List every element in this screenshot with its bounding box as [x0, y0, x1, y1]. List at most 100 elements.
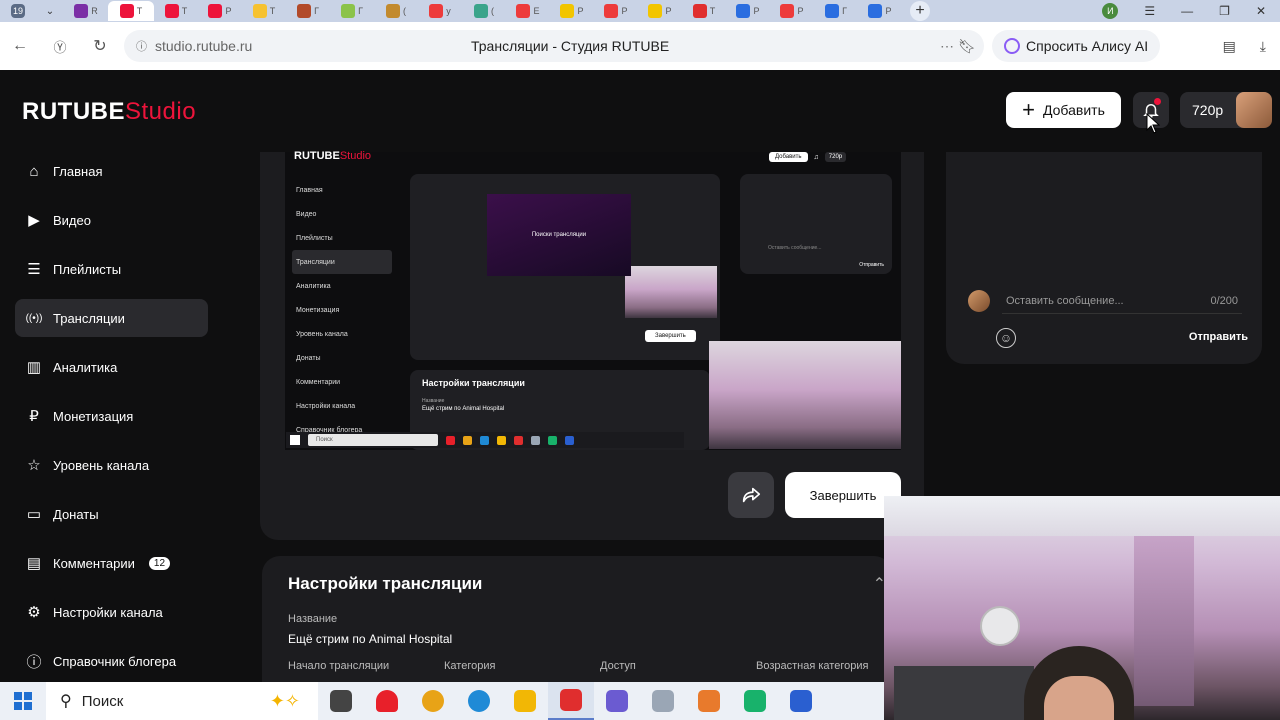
browser-tab[interactable]: Г: [814, 1, 858, 21]
taskbar-app-edge[interactable]: [456, 682, 502, 720]
downloads-icon[interactable]: ⤓: [1260, 38, 1266, 55]
preview-bell-icon: ♫: [813, 153, 819, 161]
browser-tab[interactable]: Г: [286, 1, 330, 21]
sidebar-item-8[interactable]: ▤ Комментарии 12: [15, 544, 208, 582]
sidebar-item-9[interactable]: ⚙ Настройки канала: [15, 593, 208, 631]
taskbar-app-chrome[interactable]: [410, 682, 456, 720]
taskbar-app-app-d[interactable]: [732, 682, 778, 720]
preview-sidebar-item: Монетизация: [296, 306, 340, 314]
name-value[interactable]: Ещё стрим по Animal Hospital: [288, 632, 452, 646]
browser-tab[interactable]: Р: [594, 1, 638, 21]
taskbar-app-yandex[interactable]: [548, 682, 594, 720]
browser-tab[interactable]: Г: [330, 1, 374, 21]
sidebar-icon: ((•)): [25, 312, 43, 324]
tab-favicon-icon: [474, 4, 488, 18]
taskbar-app-heart[interactable]: [364, 682, 410, 720]
browser-tab[interactable]: Е: [506, 1, 550, 21]
browser-tab[interactable]: (: [374, 1, 418, 21]
windows-taskbar: ⚲ Поиск ✦✧: [0, 682, 884, 720]
rutube-studio-logo[interactable]: RUTUBEStudio: [22, 98, 196, 126]
browser-tab[interactable]: Т: [242, 1, 286, 21]
taskbar-app-app-e[interactable]: [778, 682, 824, 720]
tab-title: Р: [797, 6, 804, 16]
quality-user-pill[interactable]: 720p: [1180, 92, 1272, 128]
add-button[interactable]: + Добавить: [1006, 92, 1121, 128]
taskbar-app-task-view[interactable]: [318, 682, 364, 720]
chrome-icon: [422, 690, 444, 712]
reader-icon[interactable]: ▤: [1223, 38, 1236, 55]
menu-icon[interactable]: ☰: [1144, 4, 1155, 18]
logo-studio: Studio: [125, 98, 197, 125]
sidebar-item-10[interactable]: ⓘ Справочник блогера: [15, 642, 208, 680]
ask-alice-button[interactable]: Спросить Алису AI: [992, 30, 1161, 62]
tab-counter[interactable]: 19: [0, 1, 36, 21]
sidebar-item-label: Аналитика: [53, 359, 118, 375]
tab-title: Р: [577, 6, 584, 16]
sidebar-item-0[interactable]: ⌂ Главная: [15, 152, 208, 190]
browser-tab[interactable]: Р: [726, 1, 770, 21]
emoji-icon[interactable]: ☺: [996, 328, 1016, 348]
preview-quality: 720p: [824, 152, 847, 162]
taskbar-app-app-a[interactable]: [594, 682, 640, 720]
share-button[interactable]: [728, 472, 774, 518]
browser-tab[interactable]: Р: [770, 1, 814, 21]
url-field[interactable]: ⓘ studio.rutube.ru Трансляции - Студия R…: [124, 30, 984, 62]
sidebar-item-2[interactable]: ☰ Плейлисты: [15, 250, 208, 288]
yandex-icon: [560, 689, 582, 711]
browser-tab[interactable]: Т: [108, 1, 154, 21]
sidebar-item-5[interactable]: ₽ Монетизация: [15, 397, 208, 435]
browser-tab[interactable]: Т: [154, 1, 198, 21]
taskbar-search[interactable]: ⚲ Поиск ✦✧: [46, 682, 318, 720]
back-icon[interactable]: ←: [0, 37, 40, 55]
start-button[interactable]: [0, 682, 46, 720]
tab-title: R: [91, 6, 98, 16]
chat-send-button[interactable]: Отправить: [1189, 331, 1248, 343]
preview-taskbar: Поиск: [286, 432, 684, 448]
sidebar-icon: ⌂: [29, 162, 39, 180]
tab-favicon-icon: [780, 4, 795, 18]
taskbar-app-app-c[interactable]: [686, 682, 732, 720]
preview-webcam: [709, 341, 901, 449]
sidebar-item-3[interactable]: ((•)) Трансляции: [15, 299, 208, 337]
sidebar-item-label: Главная: [53, 163, 103, 179]
tab-favicon-icon: [74, 4, 89, 18]
browser-tab[interactable]: Р: [858, 1, 902, 21]
browser-tab[interactable]: Т: [682, 1, 726, 21]
preview-video: Поиски трансляции: [487, 194, 631, 276]
sidebar-icon: ☆: [27, 457, 41, 474]
reload-icon[interactable]: ↻: [80, 36, 120, 56]
chat-message-input[interactable]: Оставить сообщение... 0/200: [1002, 288, 1242, 314]
preview-logo-studio: Studio: [339, 150, 372, 162]
close-icon[interactable]: ✕: [1256, 4, 1266, 18]
sidebar-item-1[interactable]: ▶ Видео: [15, 201, 208, 239]
preview-sidebar-item: Донаты: [296, 354, 321, 362]
tab-list-chevron-icon[interactable]: ⌄: [36, 1, 64, 21]
chat-counter: 0/200: [1210, 294, 1238, 307]
yandex-icon[interactable]: Ⓨ: [40, 37, 80, 56]
browser-tab[interactable]: у: [418, 1, 462, 21]
browser-tab[interactable]: (: [462, 1, 506, 21]
url-text: studio.rutube.ru: [155, 38, 253, 54]
sidebar-item-7[interactable]: ▭ Донаты: [15, 495, 208, 533]
bookmark-icon[interactable]: 🔖︎: [958, 38, 976, 55]
browser-tab[interactable]: Р: [550, 1, 594, 21]
sidebar-item-6[interactable]: ☆ Уровень канала: [15, 446, 208, 484]
site-info-icon[interactable]: ⓘ: [136, 38, 147, 54]
preview-add-button: Добавить: [769, 152, 808, 162]
sidebar-item-4[interactable]: ▥ Аналитика: [15, 348, 208, 386]
restore-icon[interactable]: ❐: [1219, 4, 1230, 18]
browser-tab[interactable]: R: [64, 1, 108, 21]
preview-chat-panel: Оставить сообщение... Отправить: [740, 174, 892, 274]
access-label: Доступ: [600, 660, 636, 672]
preview-app3-icon: [565, 435, 574, 445]
taskbar-app-explorer[interactable]: [502, 682, 548, 720]
browser-tab[interactable]: Р: [198, 1, 242, 21]
webcam-bed: [894, 666, 1034, 720]
user-avatar[interactable]: [1236, 92, 1272, 128]
new-tab-button[interactable]: +: [910, 1, 930, 21]
profile-avatar[interactable]: И: [1102, 3, 1119, 19]
taskbar-app-app-b[interactable]: [640, 682, 686, 720]
more-icon[interactable]: ⋯: [940, 38, 954, 55]
minimize-icon[interactable]: —: [1181, 4, 1193, 18]
browser-tab[interactable]: Р: [638, 1, 682, 21]
